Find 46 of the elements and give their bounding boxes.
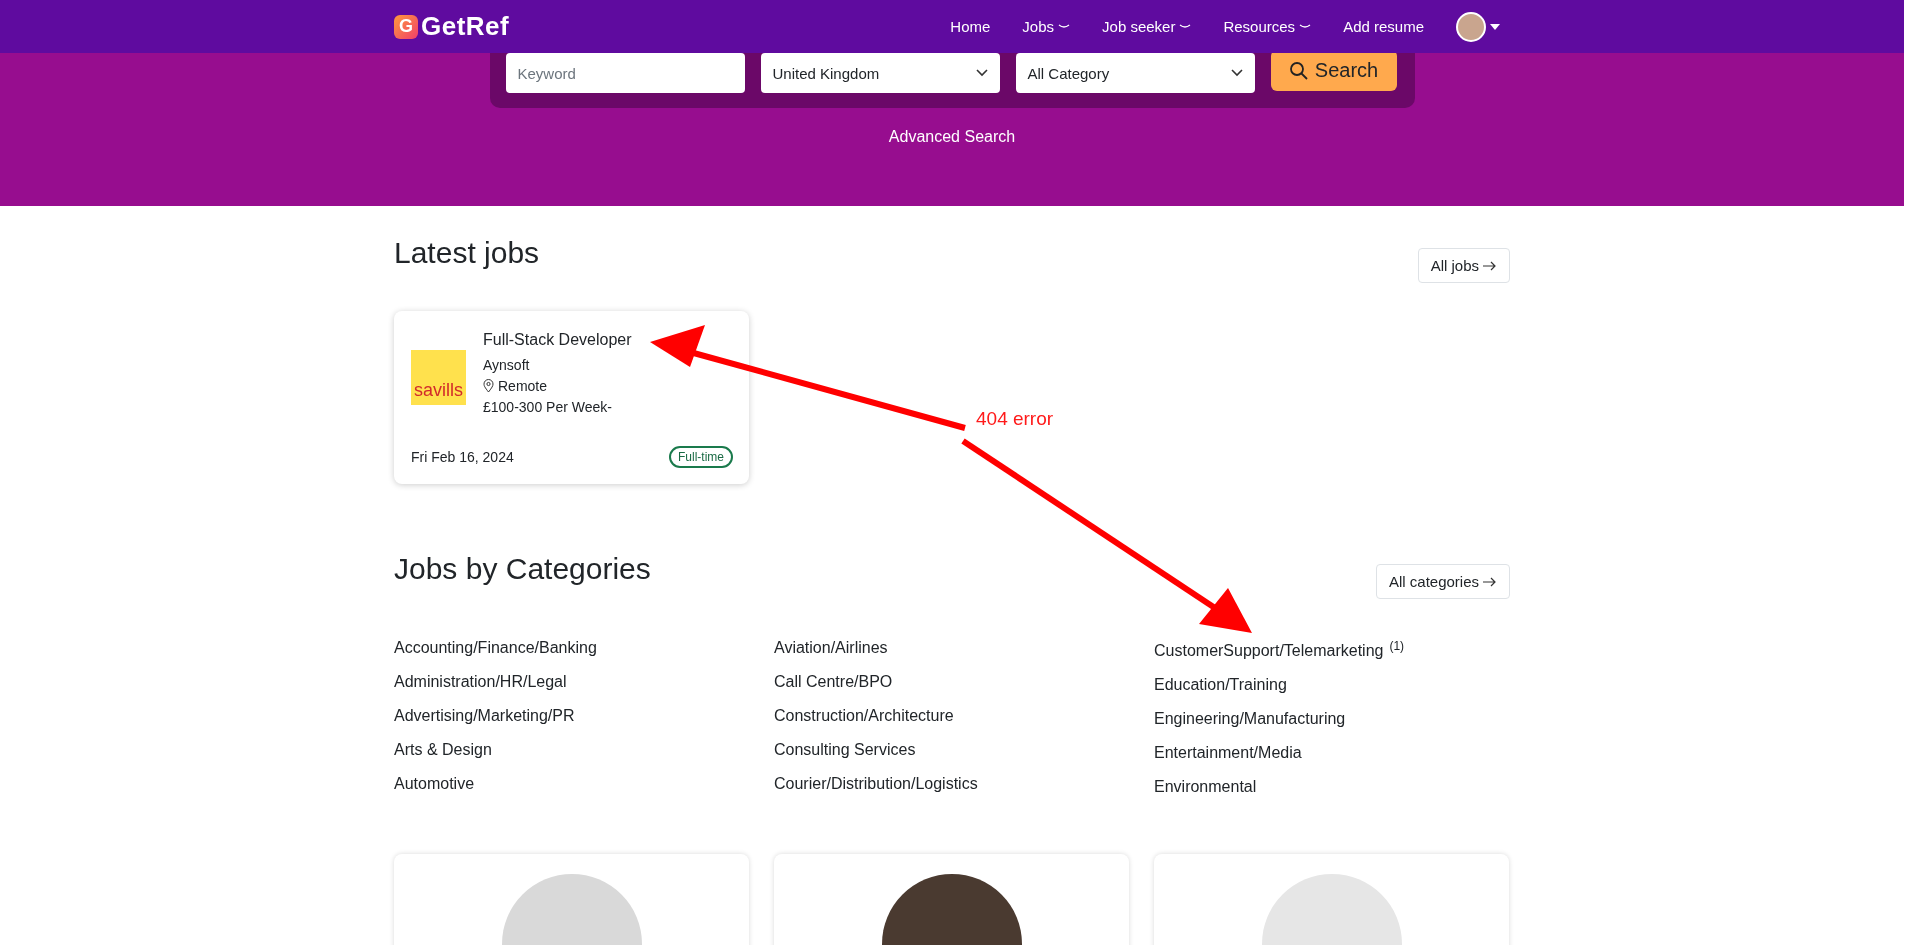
category-link[interactable]: Consulting Services [774, 741, 916, 758]
nav-link[interactable]: Job seeker [1102, 18, 1192, 35]
nav-link[interactable]: Resources [1223, 18, 1312, 35]
category-select[interactable]: All Category [1015, 53, 1255, 93]
category-link[interactable]: Arts & Design [394, 741, 492, 758]
annotation-label: 404 error [976, 408, 1054, 430]
nav-link[interactable]: Add resume [1343, 18, 1424, 35]
logo-text[interactable]: GetRef [421, 11, 510, 42]
job-date: Fri Feb 16, 2024 [411, 449, 514, 465]
nav-link[interactable]: Jobs [1022, 18, 1071, 35]
category-link[interactable]: Engineering/Manufacturing [1154, 710, 1346, 728]
category-count: (1) [1389, 639, 1405, 653]
section-heading: Jobs by Categories [394, 552, 651, 586]
company-name: Aynsoft [483, 357, 531, 373]
category-link[interactable]: Courier/Distribution/Logistics [774, 775, 978, 792]
search-icon [1288, 60, 1309, 81]
job-location: Remote [498, 378, 548, 394]
keyword-input[interactable]: Keyword [505, 53, 745, 93]
location-pin-icon [483, 379, 494, 393]
category-link[interactable]: Education/Training [1154, 676, 1287, 694]
category-link[interactable]: Construction/Architecture [774, 707, 954, 724]
job-title[interactable]: Full-Stack Developer [483, 331, 632, 349]
category-link[interactable]: Entertainment/Media [1154, 744, 1302, 762]
advanced-search-link[interactable]: Advanced Search [888, 128, 1016, 146]
category-link[interactable]: Automotive [394, 775, 475, 792]
section-heading: Latest jobs [394, 236, 540, 270]
category-link[interactable]: Call Centre/BPO [774, 673, 893, 690]
nav-link[interactable]: Home [950, 18, 991, 35]
category-link[interactable]: Accounting/Finance/Banking [394, 639, 597, 656]
chevron-down-icon [1230, 69, 1243, 77]
category-link[interactable]: CustomerSupport/Telemarketing [1154, 642, 1384, 660]
user-avatar[interactable] [1456, 11, 1486, 42]
country-select[interactable]: United Kingdom [760, 53, 1000, 93]
all-jobs-button[interactable]: All jobs [1417, 248, 1510, 283]
search-button[interactable]: Search [1270, 50, 1397, 91]
all-categories-button[interactable]: All categories [1375, 564, 1510, 599]
category-link[interactable]: Advertising/Marketing/PR [394, 707, 575, 724]
arrow-right-icon [1483, 260, 1497, 271]
arrow-right-icon [1483, 576, 1497, 587]
company-logo: savills [411, 350, 466, 405]
category-link[interactable]: Aviation/Airlines [774, 639, 888, 656]
job-type-tag: Full-time [669, 446, 733, 468]
category-link[interactable]: Environmental [1154, 778, 1257, 796]
chevron-down-icon [975, 69, 988, 77]
job-salary: £100-300 Per Week- [483, 399, 613, 415]
category-link[interactable]: Administration/HR/Legal [394, 673, 567, 690]
